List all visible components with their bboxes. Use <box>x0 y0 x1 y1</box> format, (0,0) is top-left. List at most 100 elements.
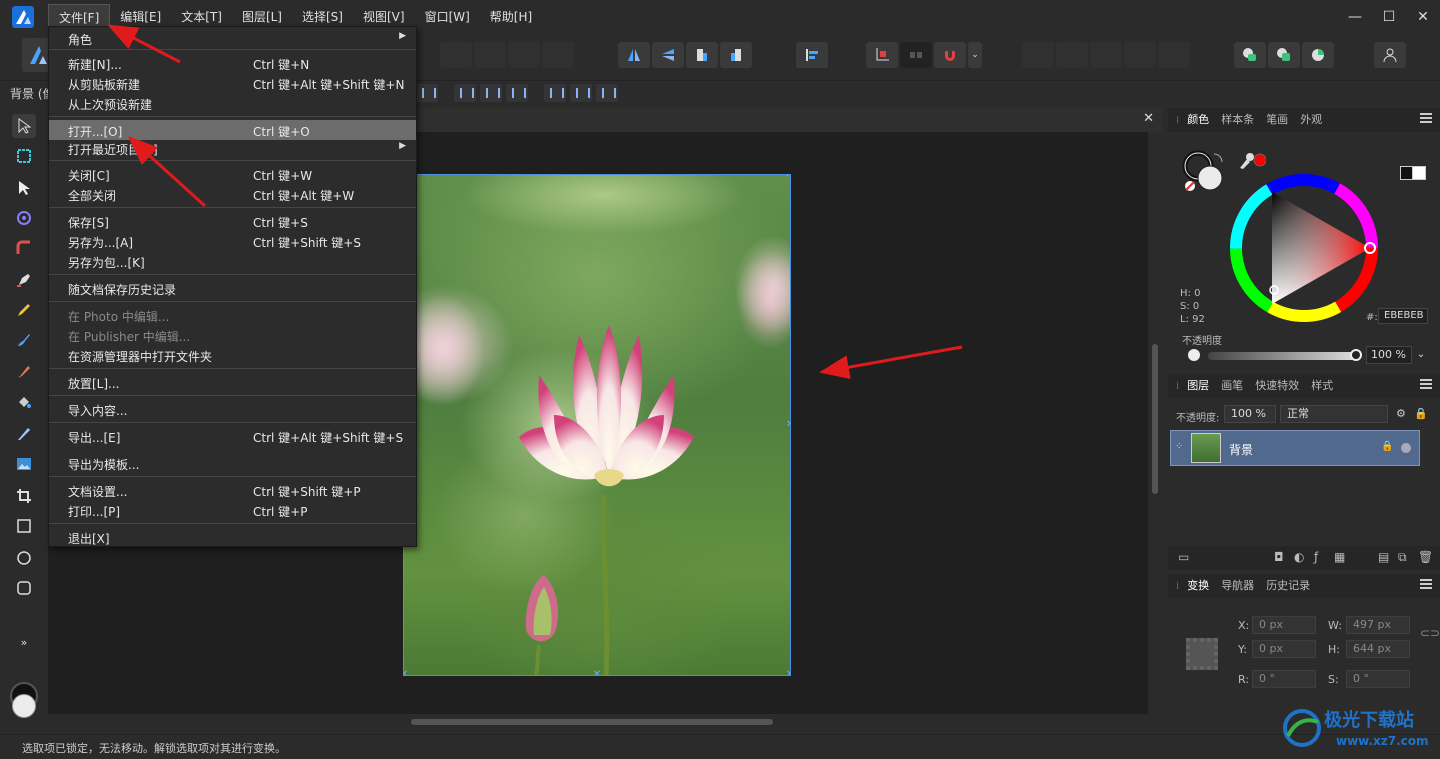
node-tool-icon[interactable] <box>12 176 36 200</box>
align-top-icon[interactable] <box>544 84 566 102</box>
move-forward-icon[interactable] <box>1090 42 1122 68</box>
place-image-tool-icon[interactable] <box>12 452 36 476</box>
transparency-tool-icon[interactable] <box>12 422 36 446</box>
layer-pages-icon[interactable]: ▭ <box>1178 550 1189 564</box>
panel-menu-icon[interactable] <box>1420 379 1432 389</box>
fill-stroke-selector-icon[interactable] <box>1182 150 1226 194</box>
file-menu-item[interactable]: 另存为包...[K] <box>49 251 416 271</box>
vector-brush-tool-icon[interactable] <box>12 328 36 352</box>
file-menu-item[interactable]: 打开最近项目[R] ▶ <box>49 138 416 158</box>
opacity-slider-handle[interactable] <box>1350 349 1362 361</box>
tab-history[interactable]: 历史记录 <box>1260 574 1316 598</box>
divide-icon[interactable] <box>542 42 574 68</box>
layer-expand-icon[interactable]: ⁘ <box>1175 441 1183 452</box>
more-tools-icon[interactable]: » <box>12 630 36 654</box>
lotus-photo[interactable]: ✕ ✕ ✕ ✕ ✕ ✕ ✕ <box>403 174 791 676</box>
panel-menu-icon[interactable] <box>1420 579 1432 589</box>
trash-icon[interactable]: 🗑 <box>1418 550 1433 564</box>
blend-mode-select[interactable]: 正常 <box>1280 405 1388 423</box>
selection-handle[interactable]: ✕ <box>592 670 602 676</box>
move-back-icon[interactable] <box>1022 42 1054 68</box>
file-menu-item[interactable]: 放置[L]... <box>49 372 416 392</box>
align-left-icon[interactable] <box>796 42 828 68</box>
snapping-dropdown-icon[interactable]: ⌄ <box>968 42 982 68</box>
x-input[interactable]: 0 px <box>1252 616 1316 634</box>
tab-navigator[interactable]: 导航器 <box>1215 574 1260 598</box>
intersect-shape-icon[interactable] <box>1302 42 1334 68</box>
affinity-designer-logo-icon[interactable] <box>12 6 34 28</box>
maximize-button[interactable]: ☐ <box>1372 0 1406 34</box>
hex-input[interactable]: EBEBEB <box>1378 308 1428 324</box>
layer-lock-icon[interactable]: 🔒 <box>1381 441 1393 452</box>
snapping-toggle-icon[interactable] <box>900 42 932 68</box>
panel-menu-icon[interactable] <box>1420 113 1432 123</box>
file-menu-item[interactable]: 导出为模板... <box>49 453 416 473</box>
point-transform-tool-icon[interactable] <box>12 206 36 230</box>
color-picker-icon[interactable] <box>1238 150 1266 170</box>
selection-handle[interactable]: ✕ <box>592 175 602 180</box>
horizontal-scrollbar[interactable] <box>48 714 1148 730</box>
file-menu-item[interactable]: 导入内容... <box>49 399 416 419</box>
shear-input[interactable]: 0 ° <box>1346 670 1410 688</box>
white-swatch[interactable] <box>1412 166 1426 180</box>
file-menu-item[interactable]: 保存[S] Ctrl 键+S <box>49 211 416 231</box>
magnet-icon[interactable] <box>934 42 966 68</box>
file-menu-item[interactable]: 文档设置... Ctrl 键+Shift 键+P <box>49 480 416 500</box>
y-input[interactable]: 0 px <box>1252 640 1316 658</box>
align-bottom-icon[interactable] <box>596 84 618 102</box>
add-icon[interactable] <box>440 42 472 68</box>
move-front-icon[interactable] <box>1124 42 1156 68</box>
tab-styles[interactable]: 样式 <box>1305 374 1339 398</box>
lock-icon[interactable]: 🔒 <box>1414 407 1428 420</box>
layer-settings-icon[interactable]: ⚙ <box>1396 407 1406 420</box>
flip-vertical-icon[interactable] <box>652 42 684 68</box>
add-layer-icon[interactable]: ▤ <box>1378 550 1389 564</box>
align-middle-icon[interactable] <box>570 84 592 102</box>
selection-handle[interactable]: ✕ <box>404 670 409 676</box>
file-menu-item[interactable]: 导出...[E] Ctrl 键+Alt 键+Shift 键+S <box>49 426 416 446</box>
fill-tool-icon[interactable] <box>12 390 36 414</box>
minimize-button[interactable]: — <box>1338 0 1372 34</box>
panel-grip-icon[interactable]: ⁞ <box>1176 115 1179 126</box>
file-menu-item[interactable]: 另存为...[A] Ctrl 键+Shift 键+S <box>49 231 416 251</box>
opacity-dropdown-icon[interactable]: ⌄ <box>1414 346 1428 364</box>
file-menu-item[interactable]: 从剪贴板新建 Ctrl 键+Alt 键+Shift 键+N <box>49 73 416 93</box>
close-document-icon[interactable]: ✕ <box>1143 111 1154 126</box>
snapping-grid-icon[interactable] <box>866 42 898 68</box>
union-icon[interactable] <box>1234 42 1266 68</box>
move-tool-icon[interactable] <box>12 114 36 138</box>
selection-handle[interactable]: ✕ <box>785 420 790 430</box>
vertical-scrollbar[interactable] <box>1148 132 1162 714</box>
paint-brush-tool-icon[interactable] <box>12 360 36 384</box>
file-menu-item[interactable]: 全部关闭 Ctrl 键+Alt 键+W <box>49 184 416 204</box>
tab-brushes[interactable]: 画笔 <box>1215 374 1249 398</box>
rotate-left-icon[interactable] <box>686 42 718 68</box>
selection-handle[interactable]: ✕ <box>785 175 790 180</box>
flip-horizontal-icon[interactable] <box>618 42 650 68</box>
align-center-icon[interactable] <box>480 84 502 102</box>
selection-handle[interactable]: ✕ <box>785 670 790 676</box>
pen-tool-icon[interactable] <box>12 268 36 292</box>
rounded-rectangle-tool-icon[interactable] <box>12 576 36 600</box>
link-aspect-icon[interactable]: ⊂⊃ <box>1420 626 1440 640</box>
group-icon[interactable]: ▦ <box>1334 550 1345 564</box>
subtract-icon[interactable] <box>474 42 506 68</box>
file-menu-item[interactable]: 在资源管理器中打开文件夹 <box>49 345 416 365</box>
file-menu-item[interactable]: 随文档保存历史记录 <box>49 278 416 298</box>
artboard-tool-icon[interactable] <box>12 144 36 168</box>
tab-appearance[interactable]: 外观 <box>1294 108 1328 132</box>
user-account-icon[interactable] <box>1374 42 1406 68</box>
close-window-button[interactable]: ✕ <box>1406 0 1440 34</box>
menu-item[interactable]: 窗口[W] <box>415 4 480 30</box>
fill-color-swatch[interactable] <box>12 694 36 718</box>
align-left-edges-icon[interactable] <box>454 84 476 102</box>
tab-stroke[interactable]: 笔画 <box>1260 108 1294 132</box>
layer-visibility-icon[interactable] <box>1401 443 1411 453</box>
file-menu-item[interactable]: 退出[X] <box>49 527 416 547</box>
file-menu-item[interactable]: 关闭[C] Ctrl 键+W <box>49 164 416 184</box>
tab-layers[interactable]: 图层 <box>1181 374 1215 398</box>
opacity-input[interactable]: 100 % <box>1366 346 1412 364</box>
corner-tool-icon[interactable] <box>12 236 36 260</box>
tab-effects[interactable]: 快速特效 <box>1249 374 1305 398</box>
file-menu-item[interactable]: 打开...[O] Ctrl 键+O <box>49 120 416 140</box>
